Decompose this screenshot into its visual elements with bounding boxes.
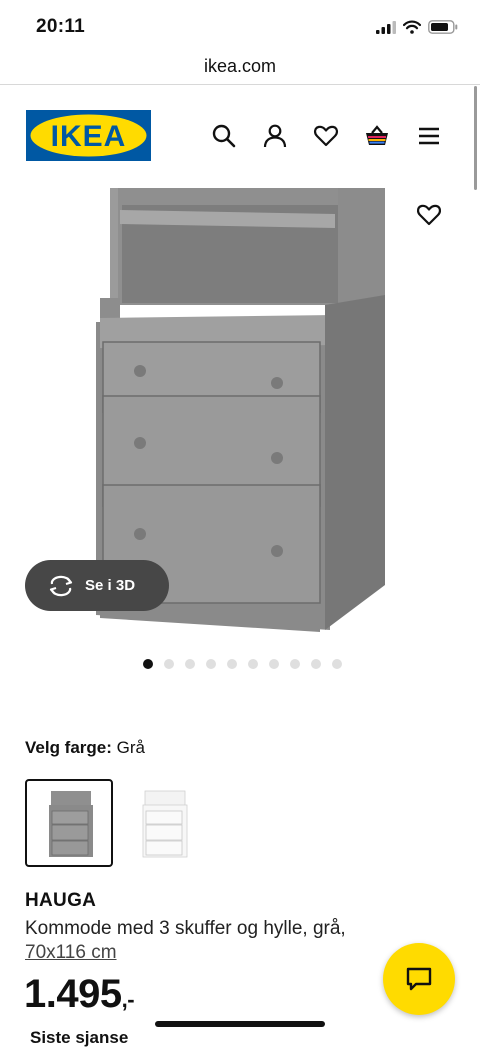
wishlist-icon[interactable] <box>313 123 339 149</box>
product-description: Kommode med 3 skuffer og hylle, grå, <box>25 918 346 939</box>
product-name: HAUGA <box>25 890 97 911</box>
product-wishlist-icon[interactable] <box>416 202 442 228</box>
product-dimensions-link[interactable]: 70x116 cm <box>25 942 117 964</box>
view-3d-button[interactable]: Se i 3D <box>25 560 169 611</box>
status-icons <box>376 19 458 35</box>
account-icon[interactable] <box>262 123 288 149</box>
carousel-dots[interactable] <box>143 659 342 669</box>
carousel-dot[interactable] <box>227 659 237 669</box>
grey-dresser-thumbnail <box>49 791 93 857</box>
carousel-dot[interactable] <box>248 659 258 669</box>
status-bar: 20:11 <box>0 0 480 50</box>
search-icon[interactable] <box>211 123 237 149</box>
color-selector-label: Velg farge: Grå <box>25 738 145 758</box>
ikea-logo[interactable]: IKEA <box>26 110 151 161</box>
selected-color: Grå <box>116 738 145 757</box>
status-time: 20:11 <box>36 16 86 37</box>
view-3d-label: Se i 3D <box>85 577 136 594</box>
home-indicator[interactable] <box>155 1021 325 1027</box>
product-price: 1.495,- <box>24 972 135 1017</box>
color-label: Velg farge: <box>25 738 112 757</box>
carousel-dot[interactable] <box>290 659 300 669</box>
price-suffix: ,- <box>121 987 135 1012</box>
color-option-white[interactable] <box>133 779 221 867</box>
menu-icon[interactable] <box>416 123 442 149</box>
white-dresser-thumbnail <box>142 790 188 858</box>
carousel-dot[interactable] <box>311 659 321 669</box>
cart-icon[interactable] <box>364 123 390 149</box>
wifi-icon <box>403 20 421 34</box>
rotate-3d-icon <box>49 575 73 596</box>
color-option-grey[interactable] <box>25 779 113 867</box>
address-bar-divider <box>0 84 480 85</box>
carousel-dot[interactable] <box>185 659 195 669</box>
logo-text: IKEA <box>51 120 127 153</box>
scroll-indicator[interactable] <box>474 86 477 190</box>
carousel-dot[interactable] <box>269 659 279 669</box>
carousel-dot[interactable] <box>143 659 153 669</box>
carousel-dot[interactable] <box>332 659 342 669</box>
price-main: 1.495 <box>24 972 122 1016</box>
carousel-dot[interactable] <box>206 659 216 669</box>
chat-button[interactable] <box>383 943 455 1015</box>
signal-icon <box>376 20 396 34</box>
chat-icon <box>406 967 432 991</box>
battery-icon <box>428 20 458 34</box>
address-bar-url[interactable]: ikea.com <box>0 56 480 77</box>
carousel-dot[interactable] <box>164 659 174 669</box>
last-chance-label: Siste sjanse <box>30 1028 129 1047</box>
